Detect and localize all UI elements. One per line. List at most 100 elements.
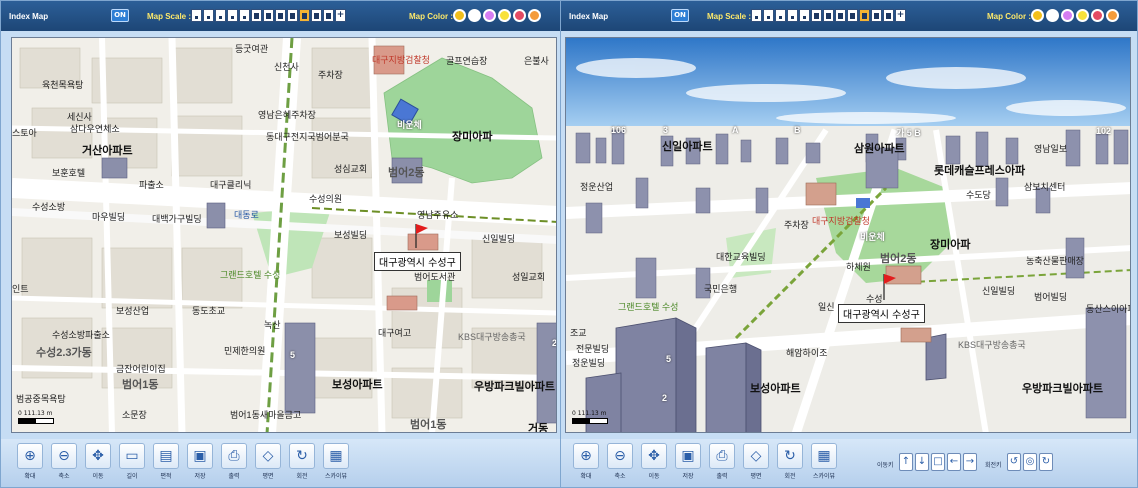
map-color-option[interactable] xyxy=(513,9,526,22)
map-label: 삼보치센터 xyxy=(1024,182,1066,192)
scale-step-selected[interactable] xyxy=(299,9,310,22)
map-2d-canvas xyxy=(12,38,556,432)
map-label: 하체원 xyxy=(846,262,871,272)
scale-step[interactable] xyxy=(311,9,322,22)
map-label: 5 xyxy=(666,354,672,364)
scale-zoom-in-button[interactable]: + xyxy=(895,9,906,22)
scale-zoom-in-button[interactable]: + xyxy=(335,9,346,22)
zoom-out-button[interactable]: ⊖ 축소 xyxy=(605,443,635,483)
target-icon: ◎ xyxy=(1025,456,1035,467)
index-map-toggle-button[interactable]: ON xyxy=(671,9,689,22)
save-button[interactable]: ▣ 저장 xyxy=(185,443,215,483)
move-button[interactable]: ✥ 이동 xyxy=(639,443,669,483)
map-color-option[interactable] xyxy=(1046,9,1059,22)
map-label: KBS대구방송총국 xyxy=(958,340,1026,350)
scale-step[interactable] xyxy=(191,9,202,22)
map-3d-panel: Index Map ON Map Scale : + Map Color : 1… xyxy=(560,0,1138,488)
map-label: 골프연습장 xyxy=(446,56,488,66)
scale-step[interactable] xyxy=(763,9,774,22)
scale-step[interactable] xyxy=(883,9,894,22)
plane-view-button[interactable]: ◇ 평면 xyxy=(253,443,283,483)
rotate-reset-button[interactable]: ◎ xyxy=(1023,453,1037,471)
scale-step[interactable] xyxy=(227,9,238,22)
map-label: 은불사 xyxy=(524,56,549,66)
map-label: 소문장 xyxy=(122,410,147,420)
map-label: 롯데캐슬프레스아파 xyxy=(934,165,1026,177)
tool-label: 축소 xyxy=(614,473,626,480)
scale-step[interactable] xyxy=(835,9,846,22)
move-left-button[interactable]: ← xyxy=(947,453,961,471)
zoom-out-button[interactable]: ⊖ 축소 xyxy=(49,443,79,483)
tool-label: 이동 xyxy=(648,473,660,480)
rotate-left-button[interactable]: ↺ xyxy=(1007,453,1021,471)
plane-view-button[interactable]: ◇ 평면 xyxy=(741,443,771,483)
tool-label: 회전 xyxy=(296,473,308,480)
map-color-option[interactable] xyxy=(1106,9,1119,22)
print-button[interactable]: ⎙ 출력 xyxy=(707,443,737,483)
map-label: 주차장 xyxy=(318,70,343,80)
tool-label: 출력 xyxy=(716,473,728,480)
scale-step[interactable] xyxy=(239,9,250,22)
scale-step[interactable] xyxy=(251,9,262,22)
rotate-button[interactable]: ↻ 회전 xyxy=(775,443,805,483)
skyview-button[interactable]: ▦ 스카이뷰 xyxy=(321,443,351,483)
map-color-option[interactable] xyxy=(528,9,541,22)
save-button[interactable]: ▣ 저장 xyxy=(673,443,703,483)
rotate-keys-label: 회전키 xyxy=(985,462,1002,469)
skyview-button[interactable]: ▦ 스카이뷰 xyxy=(809,443,839,483)
edit-button[interactable]: ▤ 편적 xyxy=(151,443,181,483)
scale-step[interactable] xyxy=(323,9,334,22)
map-color-option[interactable] xyxy=(1091,9,1104,22)
map-color-option[interactable] xyxy=(453,9,466,22)
map-3d-canvas xyxy=(566,38,1130,432)
map-label: 조교 xyxy=(570,328,587,338)
map-label: 거동 xyxy=(528,423,549,433)
move-down-button[interactable]: ↓ xyxy=(915,453,929,471)
scale-step[interactable] xyxy=(871,9,882,22)
scale-step[interactable] xyxy=(823,9,834,22)
map-color-option[interactable] xyxy=(483,9,496,22)
map-color-option[interactable] xyxy=(1076,9,1089,22)
bottom-toolbar: ⊕ 확대 ⊖ 축소 ✥ 이동 ▣ 저장 ⎙ 출력 ◇ 평면 ↻ 회전 ▦ 스카이 xyxy=(561,439,1137,487)
map-color-option[interactable] xyxy=(1061,9,1074,22)
scale-step[interactable] xyxy=(811,9,822,22)
map-label: 성일교회 xyxy=(512,272,546,282)
rotate-button[interactable]: ↻ 회전 xyxy=(287,443,317,483)
ruler-button[interactable]: ▭ 길이 xyxy=(117,443,147,483)
move-up-button[interactable]: ↑ xyxy=(899,453,913,471)
map-color-option[interactable] xyxy=(498,9,511,22)
map-label: 전문빌딩 xyxy=(576,344,610,354)
index-map-toggle-button[interactable]: ON xyxy=(111,9,129,22)
map-color-option[interactable] xyxy=(468,9,481,22)
scale-step[interactable] xyxy=(787,9,798,22)
scale-step[interactable] xyxy=(287,9,298,22)
scale-step[interactable] xyxy=(275,9,286,22)
map-2d-view[interactable]: 등굿여관 신천사 주차장 대구지방검찰청 골프연습장 은불사 육천목욕탕 세신사… xyxy=(11,37,557,433)
scale-step[interactable] xyxy=(263,9,274,22)
rotate-right-button[interactable]: ↻ xyxy=(1039,453,1053,471)
move-right-button[interactable]: → xyxy=(963,453,977,471)
zoom-in-button[interactable]: ⊕ 확대 xyxy=(15,443,45,483)
scale-step-selected[interactable] xyxy=(859,9,870,22)
move-button[interactable]: ✥ 이동 xyxy=(83,443,113,483)
scale-step[interactable] xyxy=(775,9,786,22)
location-callout: 대구광역시 수성구 xyxy=(374,252,461,271)
scale-step[interactable] xyxy=(847,9,858,22)
map-label: 등굿여관 xyxy=(235,44,269,54)
print-button[interactable]: ⎙ 출력 xyxy=(219,443,249,483)
scale-step[interactable] xyxy=(215,9,226,22)
plane-icon: ◇ xyxy=(743,443,769,469)
scale-step[interactable] xyxy=(751,9,762,22)
map-label: 파출소 xyxy=(139,180,164,190)
map-label: 우방파크빌아파트 xyxy=(474,381,555,393)
move-center-button[interactable]: □ xyxy=(931,453,945,471)
map-color-label: Map Color : xyxy=(987,12,1031,21)
scale-step[interactable] xyxy=(799,9,810,22)
scale-step[interactable] xyxy=(203,9,214,22)
map-color-option[interactable] xyxy=(1031,9,1044,22)
map-label: 신천사 xyxy=(274,62,299,72)
zoom-in-button[interactable]: ⊕ 확대 xyxy=(571,443,601,483)
tool-label: 확대 xyxy=(24,473,36,480)
map-label: 주차장 xyxy=(784,220,809,230)
map-3d-view[interactable]: 106 3 A B 신일아파트 삼원아파트 가 5 B 102 롯데캐슬프레스아… xyxy=(565,37,1131,433)
